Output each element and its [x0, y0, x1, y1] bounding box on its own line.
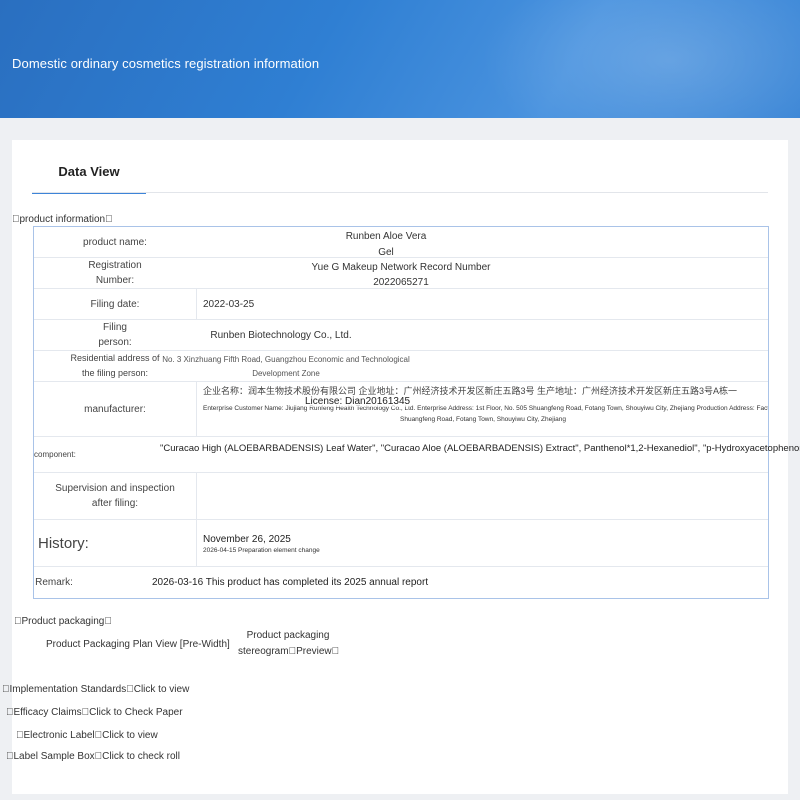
packaging-plan-view-link[interactable]: Product Packaging Plan View [Pre-Width] — [46, 637, 230, 653]
table-row-product-name: product name: Runben Aloe Vera Gel — [34, 227, 768, 258]
row-label: Remark: — [35, 577, 73, 588]
table-row-supervision: Supervision and inspection after filing: — [34, 473, 768, 520]
row-value: Runben Aloe Vera Gel — [196, 227, 768, 258]
manufacturer-license: License: Dian20161345 — [305, 396, 411, 407]
row-label: Registration Number: — [34, 258, 196, 288]
stereogram-line1: Product packaging — [246, 630, 330, 641]
address-value-line2: Development Zone — [252, 369, 320, 378]
address-value-line1: No. 3 Xinzhuang Fifth Road, Guangzhou Ec… — [162, 355, 410, 364]
registration-label-line1: Registration — [88, 260, 142, 271]
section-product-information:  product information  — [12, 214, 113, 225]
electronic-label-link[interactable]:  Electronic Label Click to view — [16, 730, 158, 741]
table-row-manufacturer: manufacturer: 企业名称：润本生物技术股份有限公司 企业地址：广州经… — [34, 382, 768, 437]
content-card: Data View  product information  product … — [12, 140, 800, 794]
row-value: 2026-03-16 This product has completed it… — [152, 577, 429, 588]
registration-label-line2: Number: — [95, 275, 135, 286]
filing-person-label-line1: Filing — [103, 322, 127, 333]
tab-divider — [32, 192, 768, 193]
filing-person-label-line2: person: — [98, 337, 132, 348]
efficacy-claims-link[interactable]:  Efficacy Claims Click to Check Paper — [6, 707, 183, 718]
tab-label: Data View — [58, 164, 120, 179]
tab-data-view[interactable]: Data View — [32, 164, 146, 194]
row-label: Filing date: — [90, 298, 140, 310]
row-value: "Curacao High (ALOEBARBADENSIS) Leaf Wat… — [160, 437, 800, 472]
row-value: 企业名称：润本生物技术股份有限公司 企业地址：广州经济技术开发区新庄五路3号 生… — [196, 382, 768, 436]
table-row-filing-person: Filing person: Runben Biotechnology Co.,… — [34, 320, 768, 351]
registration-value-line2: 2022065271 — [373, 277, 429, 288]
row-label: product name: — [83, 236, 147, 248]
row-value: 2022-03-25 — [196, 289, 768, 319]
header-banner: Domestic ordinary cosmetics registration… — [0, 0, 800, 118]
row-value: No. 3 Xinzhuang Fifth Road, Guangzhou Ec… — [162, 351, 768, 381]
history-value-line2: 2026-04-15 Preparation element change — [203, 547, 320, 554]
row-label: manufacturer: — [84, 403, 146, 415]
manufacturer-value-line1: Enterprise Customer Name: Jiujiang Runfe… — [203, 405, 768, 412]
label-sample-box-link[interactable]:  Label Sample Box Click to check roll — [6, 751, 180, 762]
row-value: November 26, 2025 2026-04-15 Preparation… — [196, 520, 768, 566]
table-row-registration-number: Registration Number: Yue G Makeup Networ… — [34, 258, 768, 289]
product-name-line1: Runben Aloe Vera — [345, 231, 427, 242]
row-value — [196, 473, 768, 519]
implementation-standards-link[interactable]:  Implementation Standards Click to view — [2, 684, 189, 695]
history-value-line1: November 26, 2025 — [203, 534, 291, 545]
manufacturer-value-line2: Shuangfeng Road, Fotang Town, Shouyiwu C… — [400, 416, 566, 423]
address-label-line2: the filing person: — [81, 368, 149, 378]
row-label: History: — [38, 534, 89, 552]
row-label: Supervision and inspection after filing: — [34, 473, 196, 519]
page-title: Domestic ordinary cosmetics registration… — [12, 56, 320, 71]
section-product-packaging:  Product packaging  — [14, 616, 112, 627]
supervision-label-line2: after filing: — [91, 498, 139, 509]
table-row-residential-address: Residential address of the filing person… — [34, 351, 768, 382]
manufacturer-value-cn: 企业名称：润本生物技术股份有限公司 企业地址：广州经济技术开发区新庄五路3号 生… — [203, 386, 738, 396]
component-value: "Curacao High (ALOEBARBADENSIS) Leaf Wat… — [160, 443, 800, 454]
row-value: Runben Biotechnology Co., Ltd. — [196, 320, 768, 350]
table-row-component: component: "Curacao High (ALOEBARBADENSI… — [34, 437, 800, 473]
row-value: Yue G Makeup Network Record Number 20220… — [196, 258, 768, 288]
stereogram-line2: stereogram Preview  — [238, 646, 340, 657]
product-info-table: product name: Runben Aloe Vera Gel Regis… — [33, 226, 800, 599]
table-row-history: History: November 26, 2025 2026-04-15 Pr… — [34, 520, 768, 567]
table-row-filing-date: Filing date: 2022-03-25 — [34, 289, 768, 320]
filing-person-value: Runben Biotechnology Co., Ltd. — [210, 329, 352, 341]
supervision-label-line1: Supervision and inspection — [55, 483, 175, 494]
row-label: Filing person: — [34, 320, 196, 350]
table-row-remark: Remark: 2026-03-16 This product has comp… — [34, 567, 768, 598]
address-label-line1: Residential address of — [70, 353, 160, 363]
registration-value-line1: Yue G Makeup Network Record Number — [311, 262, 491, 273]
packaging-stereogram-link[interactable]: Product packaging stereogram Preview  — [238, 628, 340, 660]
